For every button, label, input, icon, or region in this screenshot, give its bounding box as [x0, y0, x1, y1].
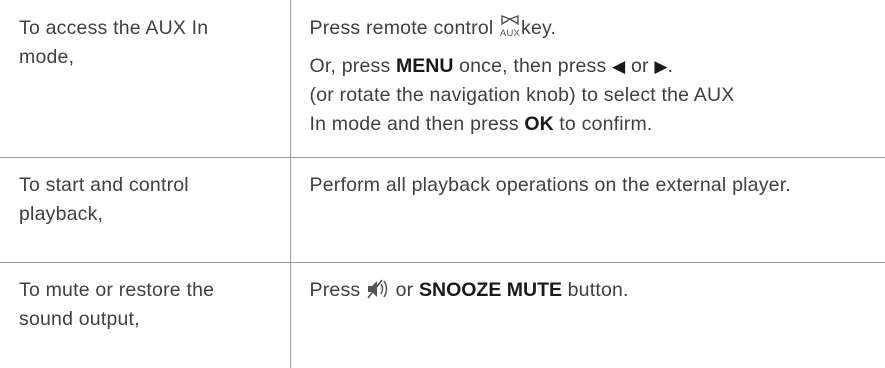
instruction-text: Press remote control [310, 17, 494, 39]
instruction-text: In mode and then press [310, 113, 519, 135]
action-cell: To start and control playback, [0, 158, 290, 263]
aux-key-icon: AUX [499, 14, 521, 47]
instruction-text: (or rotate the navigation knob) to selec… [310, 84, 735, 106]
action-cell: To access the AUX In mode, [0, 0, 290, 158]
instruction-text: Press [310, 279, 361, 301]
instruction-text: or [631, 55, 649, 77]
instruction-text: button. [568, 279, 629, 301]
instruction-cell: Press remote control AUX key. Or, press … [290, 0, 885, 158]
instruction-cell: Perform all playback operations on the e… [290, 158, 885, 263]
action-text: To mute or restore the sound output, [19, 276, 219, 334]
instruction-text: . [668, 55, 674, 77]
table-row: To access the AUX In mode, Press remote … [0, 0, 885, 158]
instruction-text: once, then press [459, 55, 606, 77]
instruction-text: to confirm. [559, 113, 652, 135]
instruction-text: key. [521, 17, 556, 39]
instruction-cell: Press or SNOOZE MUTE button. [290, 263, 885, 368]
action-cell: To mute or restore the sound output, [0, 263, 290, 368]
instruction-paragraph: Press remote control AUX key. [310, 14, 885, 47]
action-text: To start and control playback, [19, 171, 189, 229]
ok-key-label: OK [524, 113, 553, 135]
instruction-text: Or, press [310, 55, 391, 77]
snooze-mute-key-label: SNOOZE MUTE [419, 279, 562, 301]
instruction-paragraph: Or, press MENU once, then press ◀ or ▶. … [310, 52, 885, 139]
svg-text:AUX: AUX [500, 28, 521, 38]
table-row: To start and control playback, Perform a… [0, 158, 885, 263]
mute-icon [366, 278, 390, 309]
action-text: To access the AUX In mode, [19, 14, 249, 72]
instruction-text: Perform all playback operations on the e… [310, 171, 850, 200]
instruction-text: or [396, 279, 414, 301]
table-row: To mute or restore the sound output, Pre… [0, 263, 885, 368]
menu-key-label: MENU [396, 55, 453, 77]
right-arrow-icon: ▶ [654, 57, 667, 76]
instruction-table: To access the AUX In mode, Press remote … [0, 0, 885, 368]
left-arrow-icon: ◀ [612, 57, 625, 76]
